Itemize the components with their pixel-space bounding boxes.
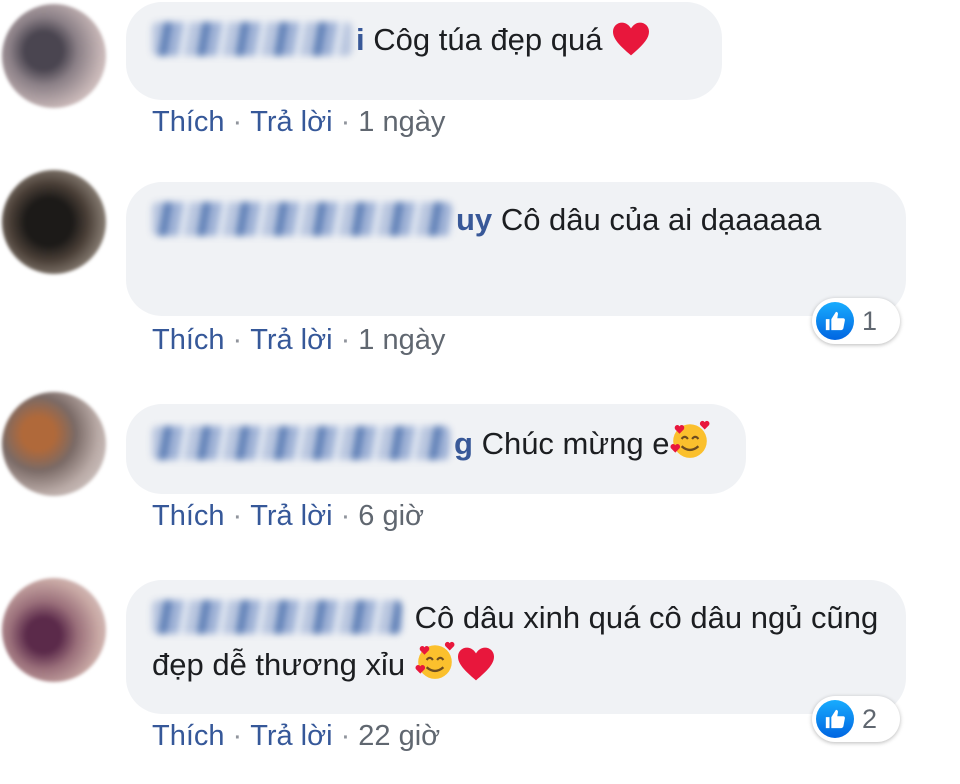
timestamp[interactable]: 1 ngày: [358, 324, 445, 356]
red-heart-icon: [457, 647, 494, 681]
author-name[interactable]: uy: [456, 202, 492, 237]
author-name-blurred[interactable]: [152, 600, 402, 634]
avatar[interactable]: [2, 4, 106, 108]
smiling-face-with-hearts-icon: [670, 420, 710, 458]
comment-text: Cô dâu của ai dạaaaaa: [500, 202, 822, 237]
like-icon: [816, 302, 854, 340]
comment-actions: Thích · Trả lời · 1 ngày: [152, 106, 446, 138]
reply-link[interactable]: Trả lời: [250, 106, 332, 138]
avatar[interactable]: [2, 170, 106, 274]
reaction-summary[interactable]: 1: [812, 298, 900, 344]
reply-link[interactable]: Trả lời: [250, 720, 332, 752]
reaction-count: 2: [862, 703, 878, 734]
comment-bubble: i Côg túa đẹp quá: [126, 2, 722, 100]
comment-bubble: uy Cô dâu của ai dạaaaaa: [126, 182, 906, 316]
author-name-blurred[interactable]: [152, 22, 352, 56]
reaction-count: 1: [862, 305, 878, 336]
like-icon: [816, 700, 854, 738]
avatar[interactable]: [2, 392, 106, 496]
like-link[interactable]: Thích: [152, 500, 225, 532]
like-link[interactable]: Thích: [152, 720, 225, 752]
reply-link[interactable]: Trả lời: [250, 324, 332, 356]
red-heart-icon: [613, 22, 650, 56]
comment-actions: Thích · Trả lời · 6 giờ: [152, 500, 425, 532]
comment-text: Chúc mừng e: [481, 426, 670, 461]
author-name-blurred[interactable]: [152, 426, 450, 460]
avatar[interactable]: [2, 578, 106, 682]
comment-text: Côg túa đẹp quá: [373, 22, 603, 57]
comment-actions: Thích · Trả lời · 1 ngày: [152, 324, 446, 356]
reaction-summary[interactable]: 2: [812, 696, 900, 742]
timestamp[interactable]: 22 giờ: [358, 720, 440, 752]
comment-actions: Thích · Trả lời · 22 giờ: [152, 720, 441, 752]
comment-bubble: Cô dâu xinh quá cô dâu ngủ cũng đẹp dễ t…: [126, 580, 906, 714]
timestamp[interactable]: 1 ngày: [358, 106, 445, 138]
author-name[interactable]: i: [356, 22, 365, 57]
comment-bubble: g Chúc mừng e: [126, 404, 746, 494]
timestamp[interactable]: 6 giờ: [358, 500, 424, 532]
smiling-face-with-hearts-icon: [415, 641, 455, 679]
like-link[interactable]: Thích: [152, 324, 225, 356]
like-link[interactable]: Thích: [152, 106, 225, 138]
reply-link[interactable]: Trả lời: [250, 500, 332, 532]
author-name-blurred[interactable]: [152, 202, 452, 236]
author-name[interactable]: g: [454, 426, 473, 461]
